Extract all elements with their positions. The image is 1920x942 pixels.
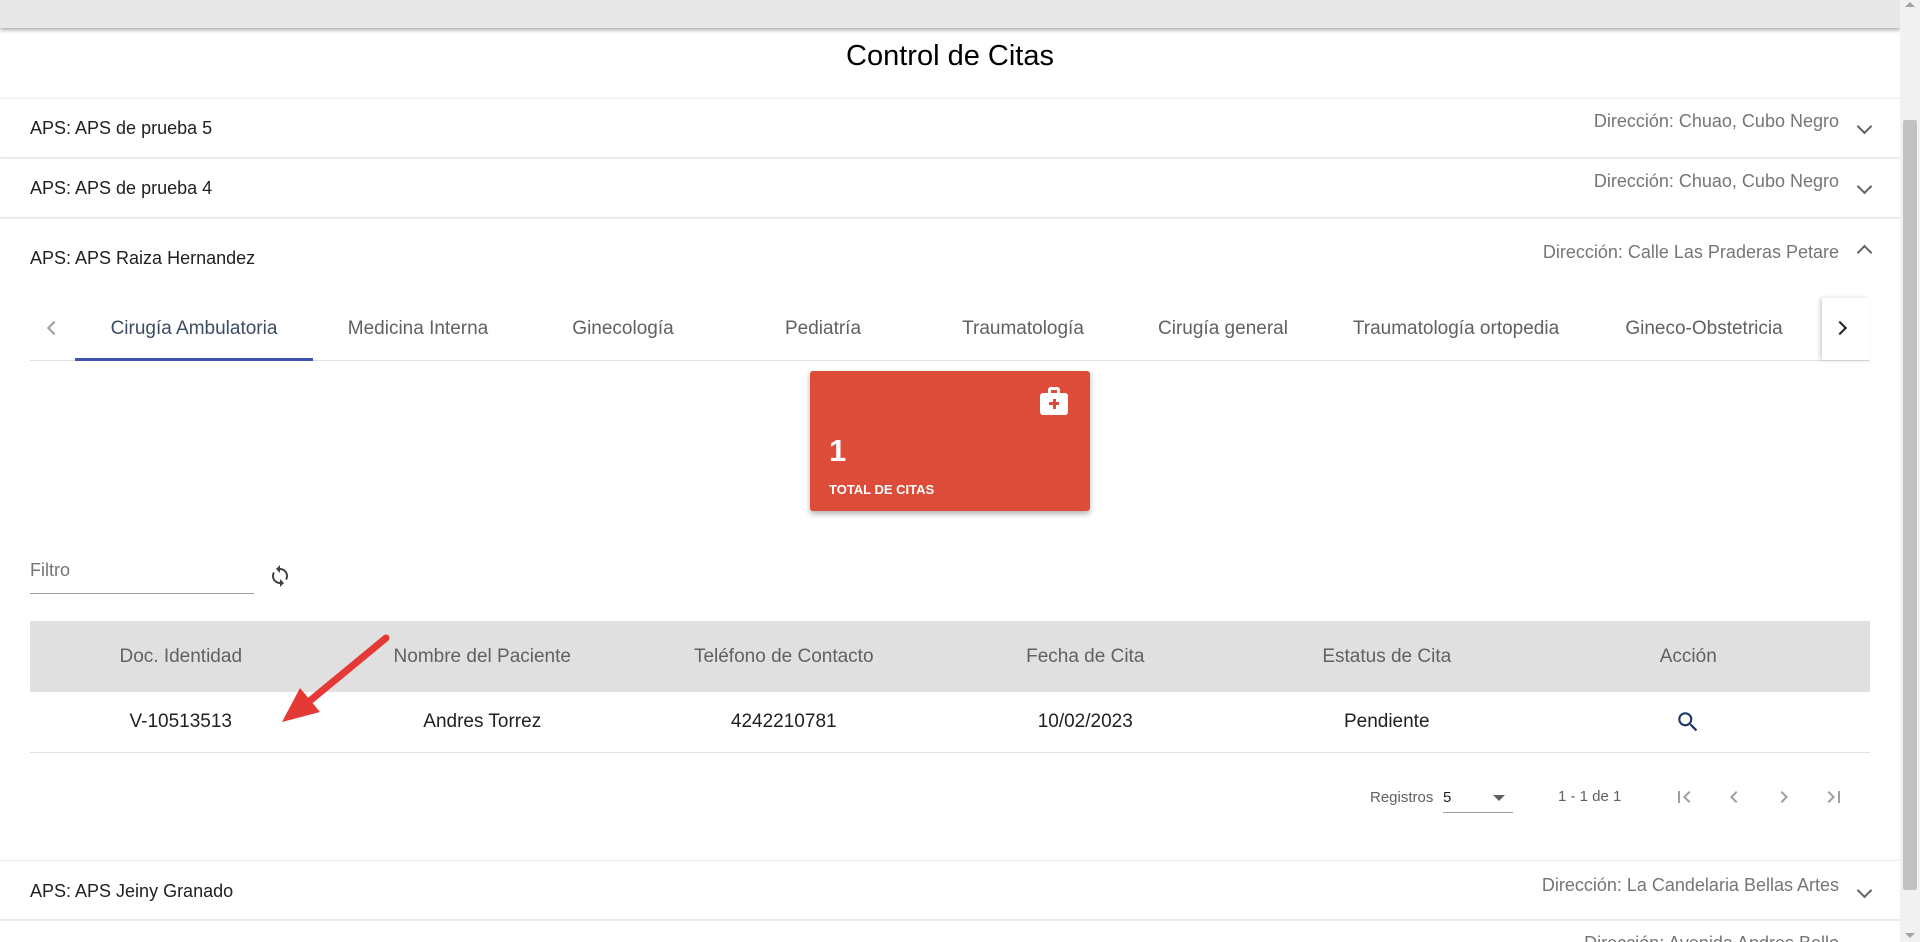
tab-ginecologia[interactable]: Ginecología [523,298,723,360]
page-size-label: Registros [1370,789,1434,806]
last-page-button[interactable] [1814,777,1854,817]
panel-header[interactable]: APS: APS de prueba 4 Dirección: Chuao, C… [0,159,1900,217]
total-citas-label: TOTAL DE CITAS [829,482,935,497]
panel-address: Dirección: Calle Las Praderas Petare [1542,242,1839,262]
refresh-icon [272,565,288,587]
first-page-icon [1678,791,1691,803]
specialty-tabs: Cirugía Ambulatoria Medicina Interna Gin… [30,298,1870,361]
chevron-left-icon [1730,791,1738,803]
chevron-right-icon [1832,320,1848,336]
chevron-down-icon[interactable] [1856,178,1873,195]
tabs-scroll-left-button[interactable] [30,298,74,360]
scroll-down-arrow-icon[interactable] [1905,933,1915,938]
panel-aps-prueba-4[interactable]: APS: APS de prueba 4 Dirección: Chuao, C… [0,158,1900,217]
panel-aps-prueba-5[interactable]: APS: APS de prueba 5 Dirección: Chuao, C… [0,98,1900,157]
column-header-telefono[interactable]: Teléfono de Contacto [633,621,935,692]
dropdown-caret-icon [1493,795,1505,801]
panel-title: APS: APS Raiza Hernandez [30,248,256,268]
panel-aps-jeiny-granado[interactable]: APS: APS Jeiny Granado Dirección: La Can… [0,860,1900,919]
panel-header[interactable]: APS: APS Raiza Hernandez Dirección: Call… [0,219,1900,299]
tab-pediatria[interactable]: Pediatría [723,298,923,360]
panel-header[interactable]: Dirección: Avenida Andres Bello [0,921,1900,942]
cell-telefono: 4242210781 [730,711,837,732]
scrollbar-thumb[interactable] [1903,120,1917,890]
chevron-up-icon[interactable] [1856,244,1873,261]
page-range-label: 1 - 1 de 1 [1558,788,1622,805]
refresh-button[interactable] [264,560,296,592]
chevron-left-icon [46,320,62,336]
panel-header[interactable]: APS: APS Jeiny Granado Dirección: La Can… [0,861,1900,919]
vertical-scrollbar[interactable] [1900,0,1920,942]
browser-top-bar [0,0,1900,28]
cell-fecha: 10/02/2023 [1037,711,1133,732]
page-title: Control de Citas [846,40,1054,72]
first-page-button[interactable] [1664,777,1704,817]
page-size-value: 5 [1443,789,1452,806]
panel-title: APS: APS de prueba 4 [30,178,213,198]
panel-header[interactable]: APS: APS de prueba 5 Dirección: Chuao, C… [0,99,1900,157]
total-citas-value: 1 [829,433,847,468]
paginator: Registros 5 1 - 1 de 1 [30,775,1870,821]
page-size-select[interactable]: 5 [1443,781,1513,813]
panel-title: APS: APS de prueba 5 [30,118,213,138]
tab-traumatologia[interactable]: Traumatología [923,298,1123,360]
panel-title: APS: APS Jeiny Granado [30,881,234,901]
medical-kit-icon [1040,387,1068,415]
column-header-accion: Acción [1659,645,1717,667]
chevron-down-icon[interactable] [1856,118,1873,135]
tab-cirugia-general[interactable]: Cirugía general [1123,298,1323,360]
search-icon[interactable] [1675,709,1701,735]
column-header-estatus[interactable]: Estatus de Cita [1236,621,1538,692]
total-citas-card: 1 TOTAL DE CITAS [810,371,1090,511]
chevron-right-icon [1780,791,1788,803]
tab-gineco-obstetricia[interactable]: Gineco-Obstetricia [1589,298,1819,360]
panel-address: Dirección: La Candelaria Bellas Artes [1541,875,1839,895]
next-page-button[interactable] [1764,777,1804,817]
previous-page-button[interactable] [1714,777,1754,817]
panel-partial[interactable]: Dirección: Avenida Andres Bello [0,920,1900,942]
panel-address: Dirección: Chuao, Cubo Negro [1593,111,1839,131]
cell-estatus: Pendiente [1343,711,1430,732]
tab-cirugia-ambulatoria[interactable]: Cirugía Ambulatoria [75,298,313,361]
tabs-scroll-right-button[interactable] [1822,298,1870,360]
tab-traumatologia-ortopedia[interactable]: Traumatología ortopedia [1323,298,1589,360]
filter-field[interactable] [30,556,254,594]
last-page-icon [1827,791,1840,803]
cell-accion [1538,692,1840,752]
tab-medicina-interna[interactable]: Medicina Interna [313,298,523,360]
chevron-down-icon[interactable] [1856,882,1873,899]
panel-address: Dirección: Avenida Andres Bello [1584,933,1839,942]
panel-address: Dirección: Chuao, Cubo Negro [1593,171,1839,191]
column-header-fecha[interactable]: Fecha de Cita [935,621,1237,692]
filter-input[interactable] [30,556,254,581]
scroll-up-arrow-icon[interactable] [1905,2,1915,7]
annotation-arrow [282,634,390,722]
